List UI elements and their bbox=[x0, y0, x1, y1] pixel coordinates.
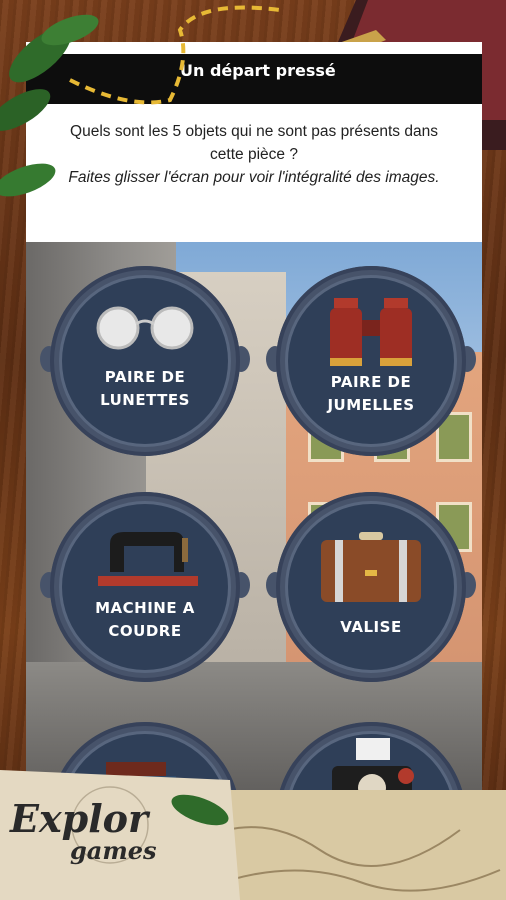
item-card-sewing-machine[interactable]: MACHINE A COUDRE bbox=[40, 492, 250, 682]
dashed-route-decoration bbox=[69, 5, 281, 105]
binoculars-icon bbox=[330, 298, 412, 366]
item-card-suitcase[interactable]: VALISE bbox=[266, 492, 476, 682]
item-label: COUDRE bbox=[108, 622, 182, 640]
item-label: PAIRE DE bbox=[104, 368, 186, 386]
sewing-machine-icon bbox=[98, 532, 198, 586]
item-label: LUNETTES bbox=[100, 391, 190, 409]
item-label: MACHINE A bbox=[95, 599, 195, 617]
suitcase-icon bbox=[321, 532, 421, 602]
logo-text: Explor bbox=[10, 796, 148, 841]
item-label: JUMELLES bbox=[327, 396, 415, 414]
item-label: PAIRE DE bbox=[330, 373, 412, 391]
item-card-glasses[interactable]: PAIRE DE LUNETTES bbox=[40, 266, 250, 456]
item-label: VALISE bbox=[340, 618, 402, 636]
glasses-icon bbox=[96, 306, 194, 350]
scene-image[interactable]: PAIRE DE LUNETTES PAIRE DE JUMELLES MACH… bbox=[26, 242, 482, 802]
item-card-binoculars[interactable]: PAIRE DE JUMELLES bbox=[266, 266, 476, 456]
logo-text: games bbox=[70, 836, 157, 865]
brand-logo: Explor games bbox=[10, 800, 210, 864]
